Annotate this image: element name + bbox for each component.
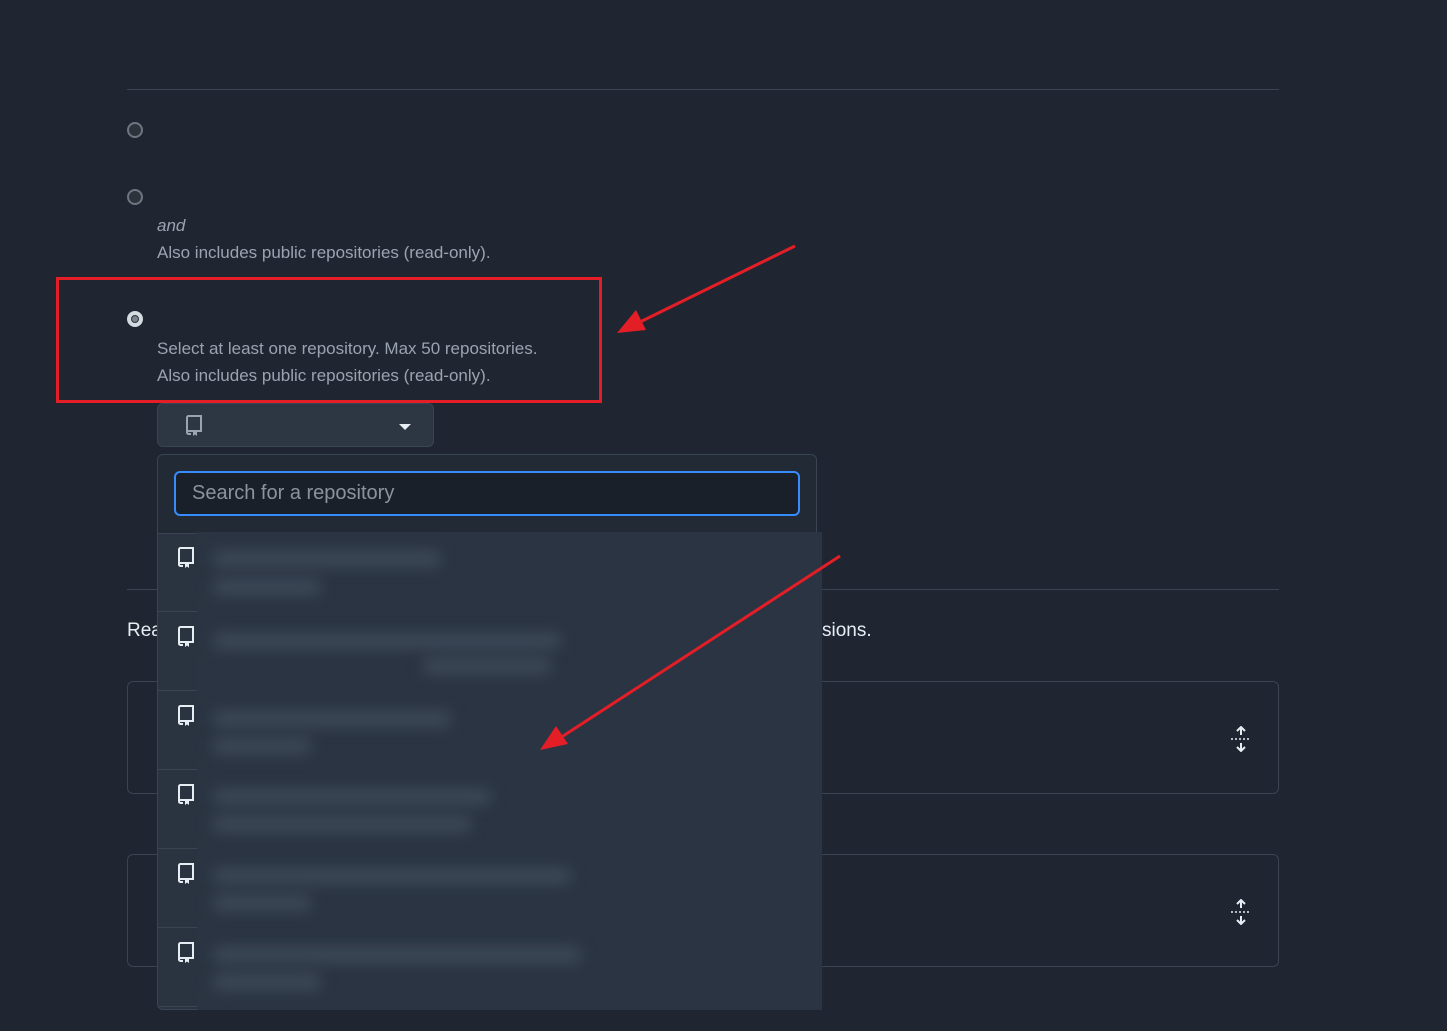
repo-icon	[186, 415, 202, 436]
repository-search-input[interactable]	[174, 471, 800, 516]
radio-desc-all-1: and	[157, 216, 185, 236]
redacted-line	[212, 894, 312, 912]
repo-icon	[178, 784, 194, 805]
arrow-line-top	[639, 244, 796, 324]
redacted-repository-names	[197, 532, 822, 1010]
redacted-line	[212, 710, 452, 728]
redacted-line	[212, 632, 562, 650]
redacted-line	[212, 788, 492, 806]
section-divider	[127, 89, 1279, 90]
radio-desc-all-2: Also includes public repositories (read-…	[157, 243, 491, 262]
select-repositories-button[interactable]	[157, 403, 434, 447]
radio-desc-all-1-em: and	[157, 216, 186, 235]
radio-public[interactable]	[127, 122, 143, 138]
redacted-line	[212, 867, 572, 885]
arrow-head-top	[617, 310, 646, 333]
dropdown-header	[158, 455, 816, 534]
repo-icon	[178, 626, 194, 647]
redacted-line	[212, 973, 322, 991]
redacted-line	[212, 737, 312, 755]
repo-icon	[178, 547, 194, 568]
page: and Also includes public repositories (r…	[0, 0, 1447, 1031]
redacted-line	[212, 578, 322, 596]
radio-all[interactable]	[127, 189, 143, 205]
redacted-line	[212, 550, 442, 568]
caret-down-icon	[399, 424, 411, 430]
repo-icon	[178, 705, 194, 726]
redacted-line	[212, 946, 582, 964]
repo-icon	[178, 942, 194, 963]
repo-icon	[178, 863, 194, 884]
redacted-line	[212, 815, 472, 833]
unfold-icon[interactable]	[1230, 726, 1252, 752]
annotation-highlight-box	[56, 277, 602, 403]
unfold-icon[interactable]	[1230, 899, 1252, 925]
redacted-line	[422, 657, 552, 675]
permissions-text-end: sions.	[822, 620, 872, 641]
